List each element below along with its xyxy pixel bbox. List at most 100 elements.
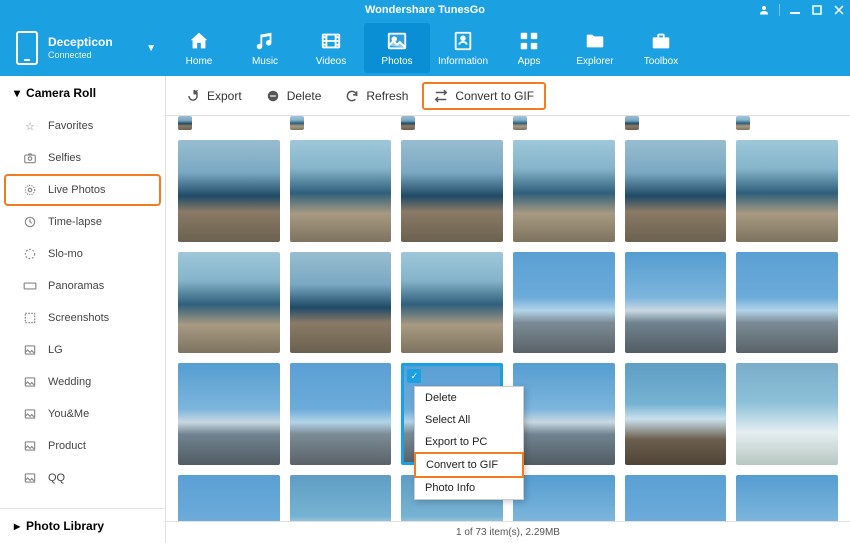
sidebar-item-selfies[interactable]: Selfies — [0, 142, 165, 174]
tab-videos[interactable]: Videos — [298, 20, 364, 76]
close-icon[interactable] — [832, 3, 846, 17]
photo-thumbnail[interactable] — [290, 116, 304, 130]
photo-thumbnail[interactable] — [736, 363, 838, 465]
sidebar-item-screenshots[interactable]: Screenshots — [0, 302, 165, 334]
photo-thumbnail[interactable] — [513, 140, 615, 242]
camera-icon — [22, 150, 38, 166]
sidebar-item-label: Slo-mo — [48, 248, 83, 260]
sidebar-items: ☆Favorites Selfies Live Photos Time-laps… — [0, 110, 165, 508]
tab-photos[interactable]: Photos — [364, 23, 430, 73]
photo-thumbnail[interactable] — [290, 363, 392, 465]
device-selector[interactable]: Decepticon Connected ▼ — [0, 20, 166, 76]
photo-thumbnail[interactable] — [178, 116, 192, 130]
sidebar-item-qq[interactable]: QQ — [0, 462, 165, 494]
sidebar-section-photo-library[interactable]: ▸ Photo Library — [0, 508, 165, 543]
sidebar-item-product[interactable]: Product — [0, 430, 165, 462]
photo-thumbnail[interactable] — [401, 140, 503, 242]
context-export-pc[interactable]: Export to PC — [415, 431, 523, 453]
toolbar: Export Delete Refresh Convert to GIF — [166, 76, 850, 116]
photo-thumbnail[interactable] — [513, 116, 527, 130]
separator — [779, 4, 780, 16]
status-bar: 1 of 73 item(s), 2.29MB — [166, 521, 850, 543]
tab-label: Photos — [381, 56, 412, 67]
sidebar-item-label: QQ — [48, 472, 65, 484]
live-icon — [22, 182, 38, 198]
photo-thumbnail[interactable] — [625, 252, 727, 354]
export-icon — [186, 89, 200, 103]
sidebar-item-lg[interactable]: LG — [0, 334, 165, 366]
photo-thumbnail[interactable] — [178, 475, 280, 521]
toolbox-icon — [650, 30, 672, 52]
section-label: Photo Library — [26, 519, 104, 533]
context-menu: Delete Select All Export to PC Convert t… — [414, 386, 524, 500]
user-icon[interactable] — [757, 3, 771, 17]
button-label: Delete — [287, 89, 322, 103]
photo-thumbnail[interactable] — [513, 363, 615, 465]
sidebar-item-slomo[interactable]: Slo-mo — [0, 238, 165, 270]
convert-to-gif-button[interactable]: Convert to GIF — [422, 82, 546, 110]
photo-thumbnail[interactable] — [178, 140, 280, 242]
photo-thumbnail[interactable] — [736, 475, 838, 521]
photo-thumbnail[interactable] — [513, 252, 615, 354]
photo-thumbnail[interactable] — [736, 116, 750, 130]
context-photo-info[interactable]: Photo Info — [415, 477, 523, 499]
album-icon — [22, 342, 38, 358]
sidebar-item-timelapse[interactable]: Time-lapse — [0, 206, 165, 238]
sidebar-item-live-photos[interactable]: Live Photos — [4, 174, 161, 206]
tab-label: Apps — [518, 56, 541, 67]
sidebar-item-label: Wedding — [48, 376, 91, 388]
photo-thumbnail[interactable] — [736, 140, 838, 242]
photo-thumbnail[interactable] — [513, 475, 615, 521]
sidebar-item-panoramas[interactable]: Panoramas — [0, 270, 165, 302]
album-icon — [22, 406, 38, 422]
tab-information[interactable]: Information — [430, 20, 496, 76]
sidebar-section-camera-roll[interactable]: ▾ Camera Roll — [0, 76, 165, 110]
slomo-icon — [22, 246, 38, 262]
photo-thumbnail[interactable] — [290, 252, 392, 354]
album-icon — [22, 374, 38, 390]
tab-explorer[interactable]: Explorer — [562, 20, 628, 76]
minimize-icon[interactable] — [788, 3, 802, 17]
tab-apps[interactable]: Apps — [496, 20, 562, 76]
photo-thumbnail[interactable] — [625, 116, 639, 130]
photo-thumbnail[interactable] — [625, 475, 727, 521]
tab-music[interactable]: Music — [232, 20, 298, 76]
album-icon — [22, 470, 38, 486]
tab-label: Home — [186, 56, 213, 67]
photo-thumbnail[interactable] — [178, 363, 280, 465]
check-icon: ✓ — [407, 369, 421, 383]
context-select-all[interactable]: Select All — [415, 409, 523, 431]
convert-icon — [434, 89, 448, 103]
photo-thumbnail[interactable] — [178, 252, 280, 354]
tab-label: Toolbox — [644, 56, 678, 67]
context-convert-gif[interactable]: Convert to GIF — [414, 452, 524, 478]
photo-thumbnail[interactable] — [401, 116, 415, 130]
photo-thumbnail[interactable] — [625, 363, 727, 465]
tab-toolbox[interactable]: Toolbox — [628, 20, 694, 76]
chevron-down-icon: ▾ — [14, 86, 20, 100]
photo-thumbnail[interactable] — [290, 475, 392, 521]
export-button[interactable]: Export — [176, 84, 252, 108]
sidebar-item-favorites[interactable]: ☆Favorites — [0, 110, 165, 142]
refresh-button[interactable]: Refresh — [335, 84, 418, 108]
delete-button[interactable]: Delete — [256, 84, 332, 108]
status-text: 1 of 73 item(s), 2.29MB — [456, 527, 560, 538]
phone-icon — [16, 31, 38, 65]
tab-label: Explorer — [576, 56, 613, 67]
header: Decepticon Connected ▼ Home Music Videos… — [0, 20, 850, 76]
tab-home[interactable]: Home — [166, 20, 232, 76]
photo-thumbnail[interactable] — [736, 252, 838, 354]
sidebar-item-label: Favorites — [48, 120, 93, 132]
sidebar-item-wedding[interactable]: Wedding — [0, 366, 165, 398]
maximize-icon[interactable] — [810, 3, 824, 17]
photo-thumbnail[interactable] — [290, 140, 392, 242]
tab-label: Information — [438, 56, 488, 67]
photo-grid-wrap: ✓ Delete Select All Export to PC Convert… — [166, 116, 850, 521]
section-label: Camera Roll — [26, 86, 96, 100]
photo-thumbnail[interactable] — [401, 252, 503, 354]
context-delete[interactable]: Delete — [415, 387, 523, 409]
sidebar-item-label: Screenshots — [48, 312, 109, 324]
photo-thumbnail[interactable] — [625, 140, 727, 242]
sidebar-item-youandme[interactable]: You&Me — [0, 398, 165, 430]
sidebar-item-label: Product — [48, 440, 86, 452]
